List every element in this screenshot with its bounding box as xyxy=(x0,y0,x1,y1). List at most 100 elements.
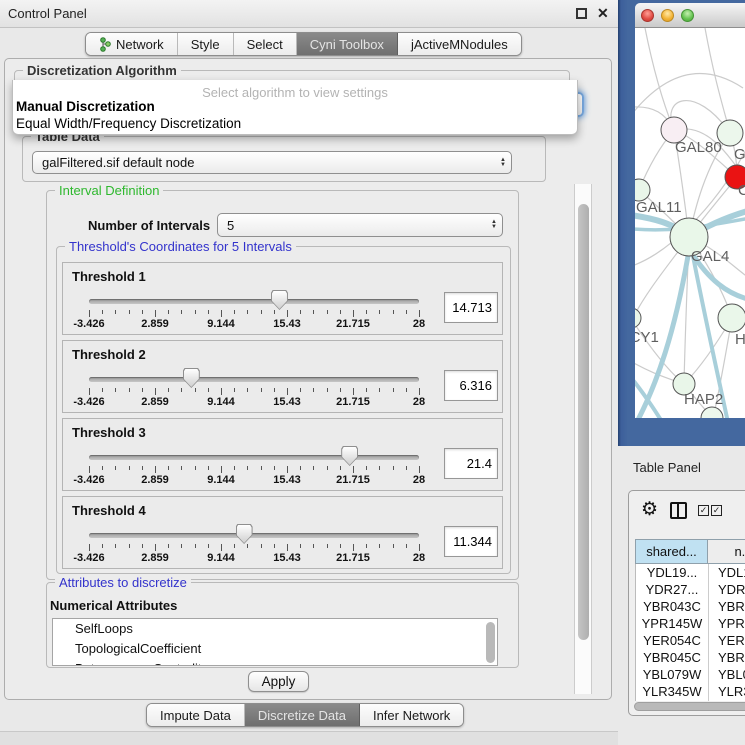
cell-shared-name[interactable]: YBR045C xyxy=(636,649,709,666)
threshold-panel: Threshold 1-3.4262.8599.14415.4321.71528… xyxy=(62,262,503,335)
cell-shared-name[interactable]: YDR27... xyxy=(636,581,709,598)
number-of-intervals-combo[interactable]: 5 ▲▼ xyxy=(217,213,503,237)
table-row[interactable]: YDR27...YDR2 xyxy=(636,581,745,598)
network-node[interactable] xyxy=(635,308,641,328)
network-node[interactable] xyxy=(717,120,743,146)
attribute-item[interactable]: SelfLoops xyxy=(53,619,497,639)
axis-tick-label: 9.144 xyxy=(207,318,235,330)
list-scrollbar[interactable] xyxy=(486,622,495,663)
checkbox-icon[interactable]: ✓ xyxy=(711,505,722,516)
tab-style[interactable]: Style xyxy=(178,33,234,55)
slider-thumb[interactable] xyxy=(183,368,200,388)
table-data-combo[interactable]: galFiltered.sif default node ▲▼ xyxy=(32,151,512,174)
apply-button[interactable]: Apply xyxy=(248,671,309,692)
network-view-canvas[interactable]: GAL80GCGAL11GAL4GCY1HHAP2 xyxy=(635,28,745,418)
slider-track[interactable] xyxy=(89,299,419,304)
network-node[interactable] xyxy=(718,304,745,332)
cell-name[interactable]: YBL0 xyxy=(709,666,745,683)
threshold-value-field[interactable]: 14.713 xyxy=(444,292,498,323)
float-panel-icon[interactable] xyxy=(576,8,587,19)
tab-impute-data[interactable]: Impute Data xyxy=(147,704,245,726)
tab-discretize-data[interactable]: Discretize Data xyxy=(245,704,360,726)
group-title: Threshold's Coordinates for 5 Intervals xyxy=(65,239,296,254)
axis-tick-label: 15.43 xyxy=(273,318,301,330)
table-row[interactable]: YPR145WYPR1 xyxy=(636,615,745,632)
axis-tick-label: 2.859 xyxy=(141,318,169,330)
attribute-item[interactable]: TopologicalCoefficient xyxy=(53,639,497,659)
table-row[interactable]: YBL079WYBL0 xyxy=(636,666,745,683)
combo-arrows-icon: ▲▼ xyxy=(495,158,511,168)
network-window-titlebar[interactable] xyxy=(635,3,745,28)
cell-shared-name[interactable]: YDL19... xyxy=(636,564,709,581)
column-header-name[interactable]: n... xyxy=(708,539,745,564)
axis-tick-label: 21.715 xyxy=(336,474,370,486)
threshold-label: Threshold 2 xyxy=(72,347,146,362)
slider-track[interactable] xyxy=(89,533,419,538)
axis-tick-label: 15.43 xyxy=(273,474,301,486)
table-row[interactable]: YBR043CYBR0 xyxy=(636,598,745,615)
slider-thumb[interactable] xyxy=(271,290,288,310)
tab-infer-network[interactable]: Infer Network xyxy=(360,704,463,726)
tab-cyni-toolbox[interactable]: Cyni Toolbox xyxy=(297,33,398,55)
checkbox-icon[interactable]: ✓ xyxy=(698,505,709,516)
close-icon[interactable]: ✕ xyxy=(597,5,609,22)
threshold-value-field[interactable]: 6.316 xyxy=(444,370,498,401)
algorithm-option[interactable]: Manual Discretization xyxy=(13,98,577,115)
axis-tick-label: 9.144 xyxy=(207,474,235,486)
group-title: Interval Definition xyxy=(55,183,163,198)
table-row[interactable]: YDL19...YDL1 xyxy=(636,564,745,581)
threshold-value-field[interactable]: 11.344 xyxy=(444,526,498,557)
tab-select[interactable]: Select xyxy=(234,33,297,55)
slider-thumb[interactable] xyxy=(341,446,358,466)
settings-scrollbar[interactable] xyxy=(574,184,592,694)
cell-shared-name[interactable]: YER054C xyxy=(636,632,709,649)
close-traffic-light[interactable] xyxy=(641,9,654,22)
cell-shared-name[interactable]: YBR043C xyxy=(636,598,709,615)
toolbox-tab-bar: Network Style SelectCyni ToolboxjActiveMNo… xyxy=(85,32,522,56)
table-row[interactable]: YER054CYER0 xyxy=(636,632,745,649)
tab-label: Network xyxy=(116,37,164,52)
gear-icon[interactable]: ⚙ xyxy=(641,498,658,521)
cell-shared-name[interactable]: YBL079W xyxy=(636,666,709,683)
tab-label: Style xyxy=(191,37,220,52)
zoom-traffic-light[interactable] xyxy=(681,9,694,22)
axis-tick-label: 28 xyxy=(413,318,425,330)
cell-name[interactable]: YDR2 xyxy=(709,581,745,598)
cell-name[interactable]: YBR0 xyxy=(709,649,745,666)
threshold-value-field[interactable]: 21.4 xyxy=(444,448,498,479)
tab-network[interactable]: Network xyxy=(86,33,178,55)
cell-name[interactable]: YER0 xyxy=(709,632,745,649)
control-panel-header: Control Panel ✕ xyxy=(0,0,618,28)
cell-name[interactable]: YDL1 xyxy=(709,564,745,581)
axis-tick-label: -3.426 xyxy=(73,552,104,564)
network-icon xyxy=(99,37,111,52)
algorithm-option[interactable]: Equal Width/Frequency Discretization xyxy=(13,115,577,132)
table-horizontal-scrollbar[interactable] xyxy=(634,702,745,711)
column-header-shared-name[interactable]: shared... xyxy=(635,539,708,564)
slider-track[interactable] xyxy=(89,455,419,460)
cell-name[interactable]: YIL0 xyxy=(709,700,745,701)
scrollbar-thumb[interactable] xyxy=(578,204,589,640)
tab-jactivemnodules[interactable]: jActiveMNodules xyxy=(398,33,521,55)
cell-shared-name[interactable]: YPR145W xyxy=(636,615,709,632)
slider-track[interactable] xyxy=(89,377,419,382)
cell-name[interactable]: YBR0 xyxy=(709,598,745,615)
axis-tick-label: 28 xyxy=(413,552,425,564)
node-label: GAL11 xyxy=(636,199,682,216)
table-row[interactable]: YLR345WYLR3 xyxy=(636,683,745,700)
cell-name[interactable]: YLR3 xyxy=(709,683,745,700)
slider-thumb[interactable] xyxy=(236,524,253,544)
split-columns-icon[interactable] xyxy=(670,502,687,519)
panel-footer xyxy=(0,731,618,745)
table-row[interactable]: YBR045CYBR0 xyxy=(636,649,745,666)
minimize-traffic-light[interactable] xyxy=(661,9,674,22)
cell-name[interactable]: YPR1 xyxy=(709,615,745,632)
attribute-item[interactable]: BetweennessCentrality xyxy=(53,659,497,666)
axis-tick-label: 21.715 xyxy=(336,552,370,564)
numerical-attributes-list[interactable]: SelfLoopsTopologicalCoefficientBetweenne… xyxy=(52,618,498,666)
table-row[interactable]: YIL052CYIL0 xyxy=(636,700,745,701)
cell-shared-name[interactable]: YIL052C xyxy=(636,700,709,701)
cell-shared-name[interactable]: YLR345W xyxy=(636,683,709,700)
mode-tab-bar: Impute DataDiscretize DataInfer Network xyxy=(146,703,464,727)
axis-tick-label: 2.859 xyxy=(141,552,169,564)
